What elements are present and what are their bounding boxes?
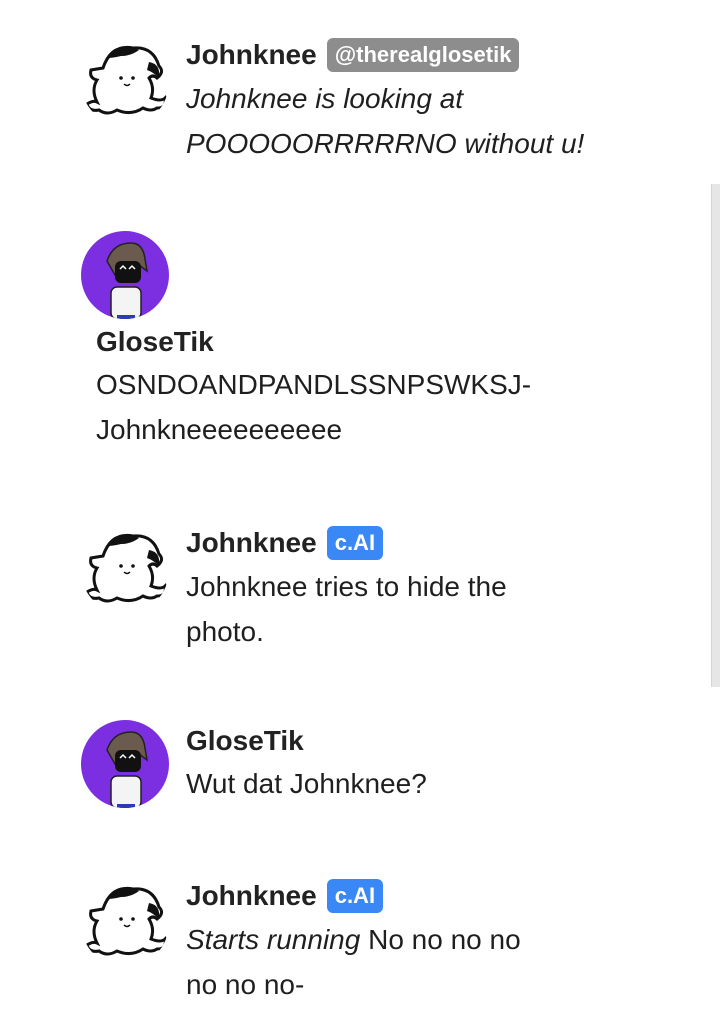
message-2-body: GloseTik OSNDOANDPANDLSSNPSWKSJ- Johnkne… (96, 326, 556, 452)
johnknee-avatar[interactable] (81, 38, 169, 126)
message-4-body: GloseTik Wut dat Johnknee? (186, 725, 586, 806)
cai-badge: c.AI (326, 879, 384, 913)
message-1-body: Johnknee @therealglosetik Johnknee is lo… (186, 38, 586, 166)
johnknee-avatar[interactable] (81, 879, 169, 967)
author-handle-badge: @therealglosetik (326, 38, 520, 72)
action-text: Starts running (186, 924, 361, 955)
purple-character-avatar-icon (81, 720, 169, 808)
message-3-body: Johnknee c.AI Johnknee tries to hide the… (186, 526, 566, 654)
message-5-header: Johnknee c.AI (186, 879, 556, 913)
message-3: Johnknee c.AI Johnknee tries to hide the… (0, 526, 700, 656)
message-3-header: Johnknee c.AI (186, 526, 566, 560)
white-cat-avatar-icon (81, 526, 169, 614)
message-4: GloseTik Wut dat Johnknee? (0, 720, 700, 820)
johnknee-avatar[interactable] (81, 526, 169, 614)
author-name: Johnknee (186, 880, 317, 911)
glosetik-avatar[interactable] (81, 720, 169, 808)
glosetik-avatar[interactable] (81, 231, 169, 319)
author-name: GloseTik (186, 725, 304, 756)
message-text: Johnknee is looking at POOOOORRRRRNO wit… (186, 83, 585, 159)
white-cat-avatar-icon (81, 879, 169, 967)
message-text: Starts running No no no no no no no- (186, 917, 556, 1007)
white-cat-avatar-icon (81, 38, 169, 126)
author-name: GloseTik (96, 326, 214, 357)
message-text: OSNDOANDPANDLSSNPSWKSJ- Johnkneeeeeeeeee (96, 369, 532, 445)
cai-badge: c.AI (326, 526, 384, 560)
message-5-body: Johnknee c.AI Starts running No no no no… (186, 879, 556, 1007)
message-5: Johnknee c.AI Starts running No no no no… (0, 879, 700, 1009)
message-1: Johnknee @therealglosetik Johnknee is lo… (0, 38, 700, 168)
message-2: GloseTik OSNDOANDPANDLSSNPSWKSJ- Johnkne… (0, 230, 700, 450)
scrollbar[interactable] (711, 184, 720, 687)
message-text: Johnknee tries to hide the photo. (186, 571, 507, 647)
author-name: Johnknee (186, 39, 317, 70)
message-text: Wut dat Johnknee? (186, 768, 427, 799)
author-name: Johnknee (186, 527, 317, 558)
message-1-header: Johnknee @therealglosetik (186, 38, 586, 72)
purple-character-avatar-icon (81, 231, 169, 319)
